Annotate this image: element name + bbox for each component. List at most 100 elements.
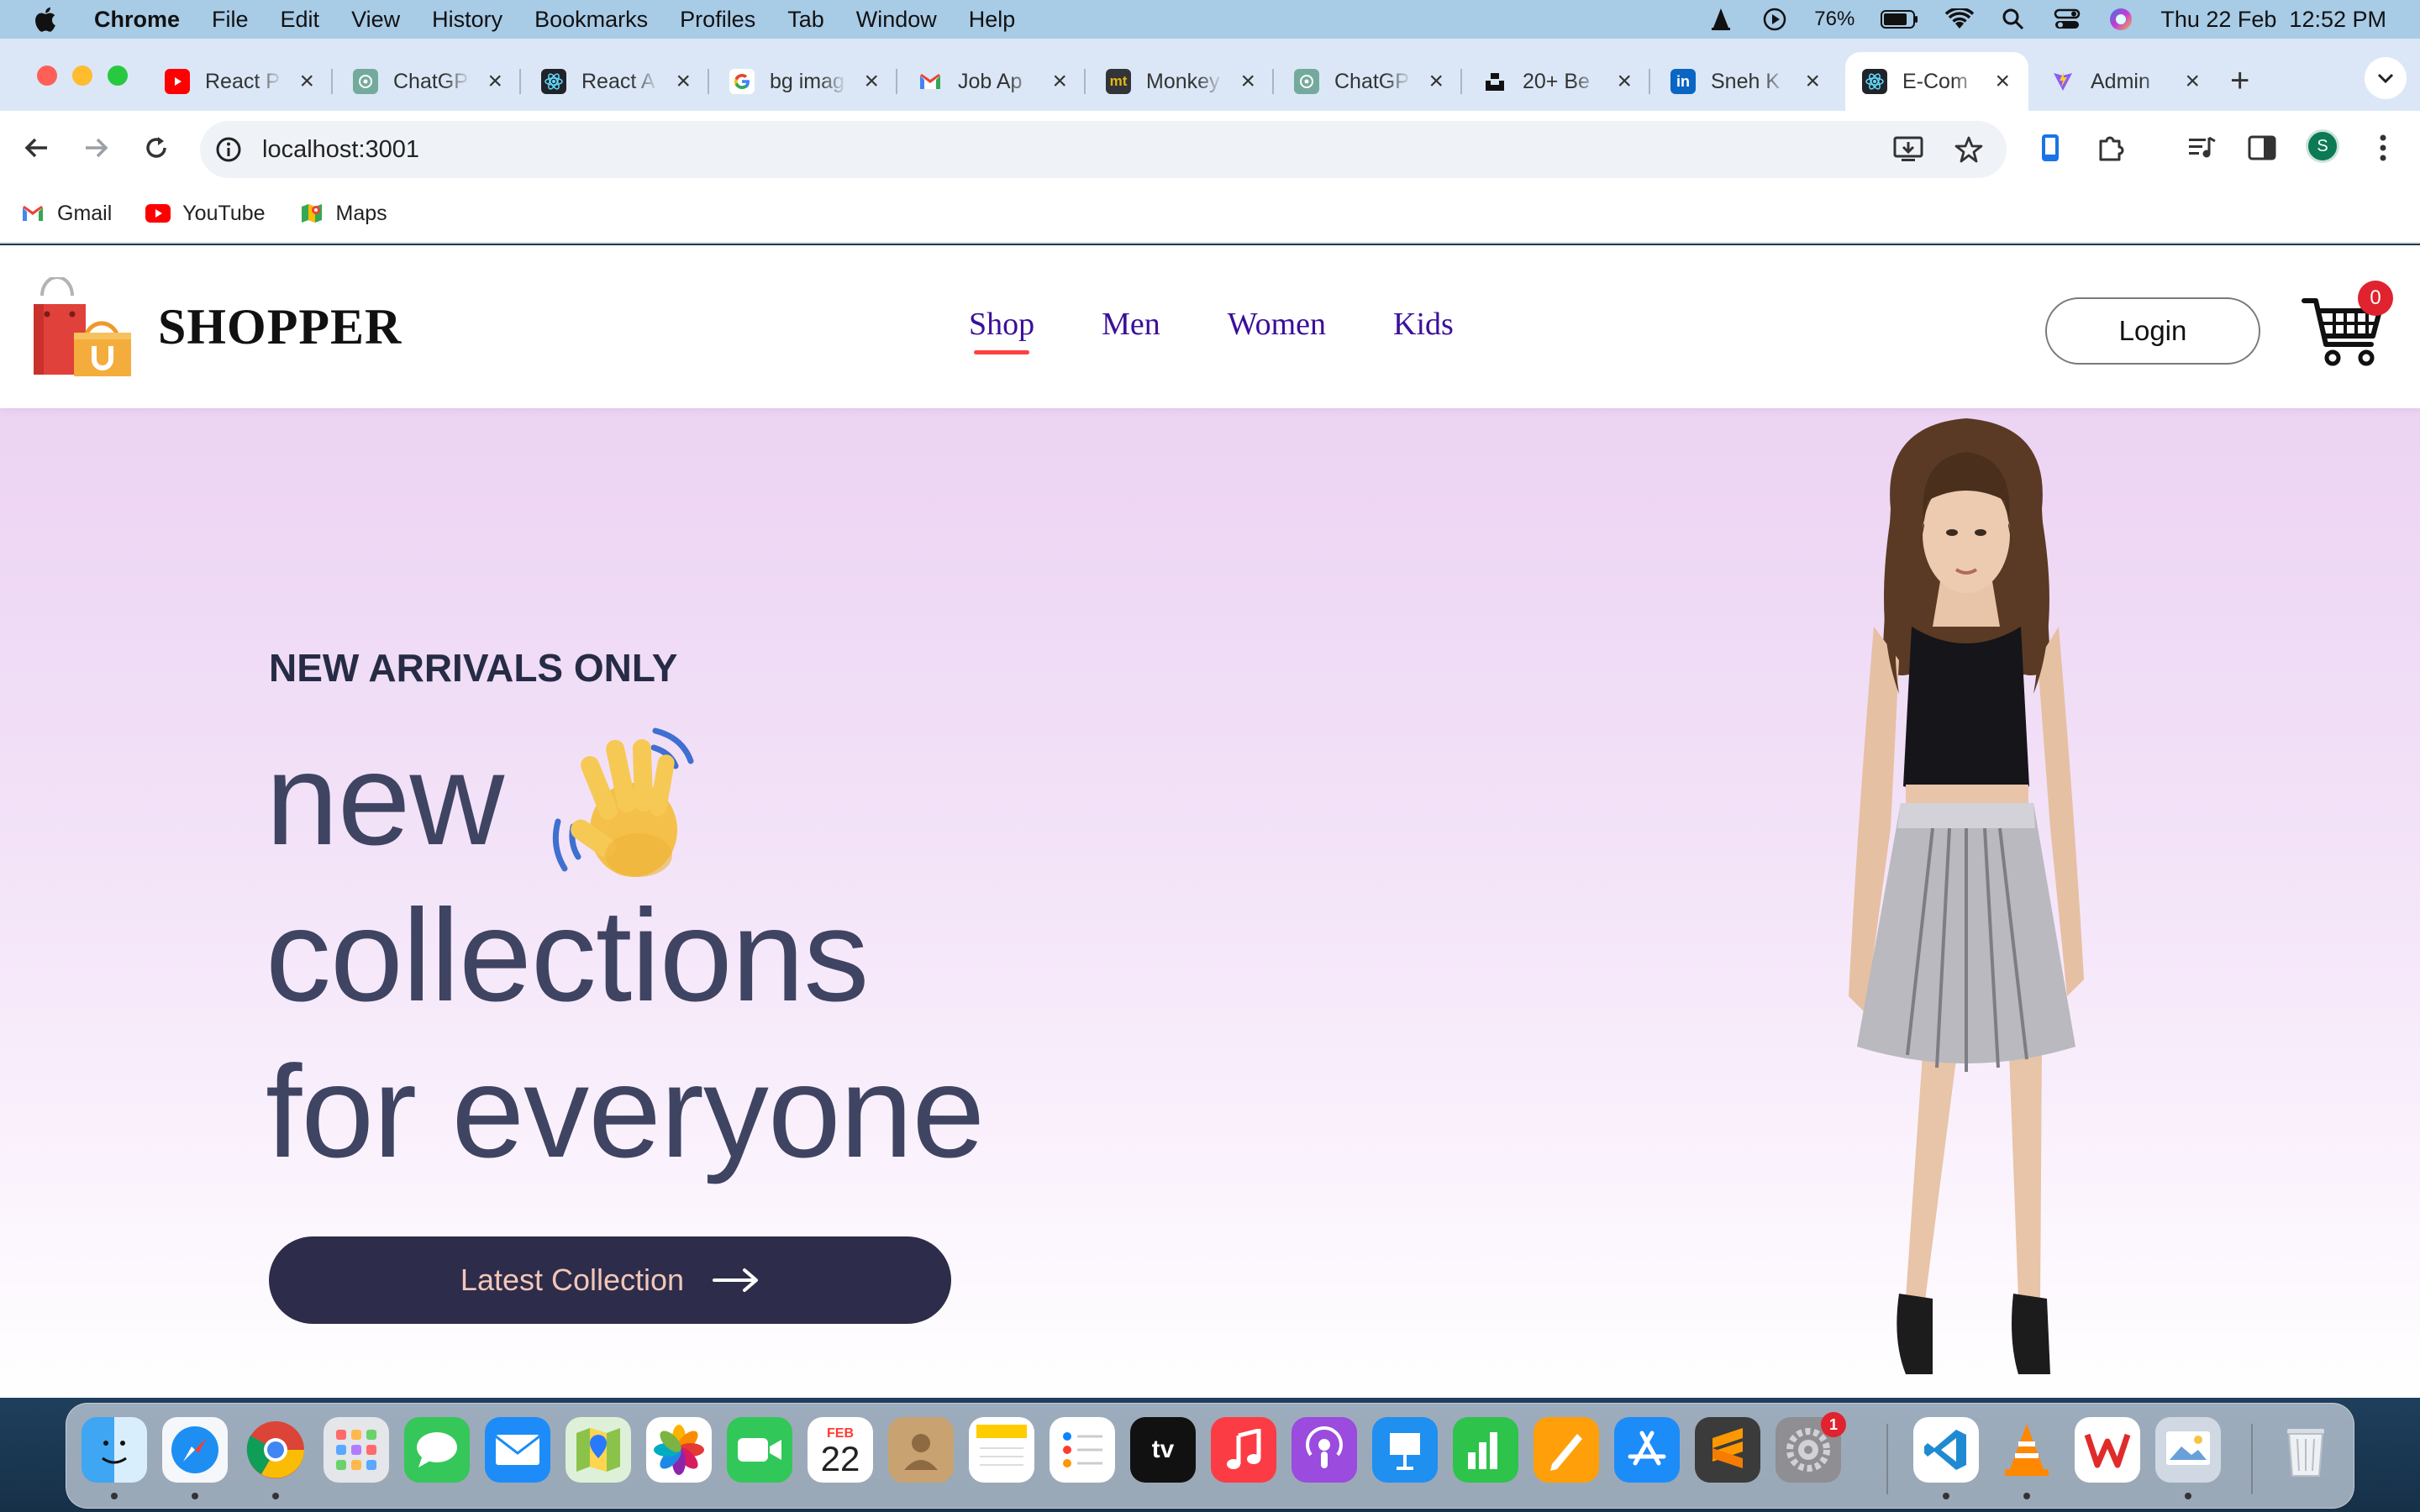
safari-icon[interactable] [162,1417,228,1483]
nav-link-shop[interactable]: Shop [969,306,1034,354]
browser-tab[interactable]: mt Monkey × [1089,52,1274,111]
media-controls-icon[interactable] [2185,131,2218,165]
forward-button[interactable] [77,129,114,166]
menu-view[interactable]: View [351,7,400,33]
browser-tab[interactable]: React A × [524,52,709,111]
close-icon[interactable]: × [1240,67,1255,96]
minimize-window-button[interactable] [72,66,92,86]
play-icon[interactable] [1760,7,1789,32]
pages-icon[interactable] [1534,1417,1599,1483]
chatgpt-icon [1294,69,1319,94]
install-app-icon[interactable] [1892,135,1924,164]
close-window-button[interactable] [37,66,57,86]
maps-icon[interactable] [566,1417,631,1483]
browser-tab[interactable]: in Sneh K × [1654,52,1839,111]
system-settings-icon[interactable]: 1 [1776,1412,1846,1483]
bookmark-star-icon[interactable] [1954,135,1983,164]
url-text[interactable]: localhost:3001 [262,136,419,164]
close-icon[interactable]: × [299,67,314,96]
close-icon[interactable]: × [2185,67,2200,96]
sublime-text-icon[interactable] [1695,1417,1760,1483]
close-icon[interactable]: × [1805,67,1820,96]
browser-tab[interactable]: React P × [148,52,333,111]
menu-edit[interactable]: Edit [281,7,320,33]
close-icon[interactable]: × [676,67,691,96]
apple-icon[interactable] [32,5,60,34]
menu-bookmarks[interactable]: Bookmarks [534,7,648,33]
notes-icon[interactable] [969,1417,1034,1483]
spotlight-search-icon[interactable] [1999,7,2028,32]
unsplash-icon [1482,69,1507,94]
phone-extension-icon[interactable] [2033,131,2067,165]
browser-tab[interactable]: ChatGP × [336,52,521,111]
nav-link-women[interactable]: Women [1228,306,1326,343]
keynote-icon[interactable] [1372,1417,1438,1483]
login-button[interactable]: Login [2045,297,2260,365]
launchpad-icon[interactable] [324,1417,389,1483]
bookmark-youtube[interactable]: YouTube [145,202,266,226]
menu-chrome[interactable]: Chrome [94,7,180,33]
app-store-icon[interactable] [1614,1417,1680,1483]
wps-office-icon[interactable] [2075,1417,2140,1483]
facetime-icon[interactable] [727,1417,792,1483]
macos-menu-bar: Chrome File Edit View History Bookmarks … [0,0,2420,39]
browser-tab[interactable]: Admin × [2033,52,2218,111]
close-icon[interactable]: × [1428,67,1444,96]
web-page-viewport: SHOPPER Shop Men Women Kids Login 0 NEW … [0,245,2420,1398]
siri-icon[interactable] [2107,7,2135,32]
menu-window[interactable]: Window [856,7,937,33]
browser-tab[interactable]: bg imag × [713,52,897,111]
music-icon[interactable] [1211,1417,1276,1483]
browser-tab[interactable]: 20+ Be × [1465,52,1650,111]
vscode-icon[interactable] [1913,1417,1979,1483]
clock-datetime[interactable]: Thu 22 Feb 12:52 PM [2160,7,2386,33]
browser-tab[interactable]: Job Ap × [901,52,1086,111]
messages-icon[interactable] [404,1417,470,1483]
latest-collection-button[interactable]: Latest Collection [269,1236,951,1324]
battery-icon[interactable] [1880,7,1920,32]
photos-icon[interactable] [646,1417,712,1483]
menu-history[interactable]: History [432,7,502,33]
wifi-icon[interactable] [1945,7,1975,32]
side-panel-icon[interactable] [2245,131,2279,165]
vlc-icon[interactable] [1994,1417,2060,1483]
new-tab-button[interactable]: + [2230,62,2249,100]
reload-button[interactable] [138,129,175,166]
menu-tab[interactable]: Tab [787,7,824,33]
numbers-icon[interactable] [1453,1417,1518,1483]
extensions-puzzle-icon[interactable] [2094,131,2128,165]
close-icon[interactable]: × [1617,67,1632,96]
control-center-icon[interactable] [2053,7,2081,32]
site-logo[interactable]: SHOPPER [30,277,402,376]
close-icon[interactable]: × [487,67,502,96]
contacts-icon[interactable] [888,1417,954,1483]
finder-icon[interactable] [82,1417,147,1483]
preview-icon[interactable] [2155,1417,2221,1483]
tab-search-button[interactable] [2365,57,2407,99]
more-menu-icon[interactable] [2366,131,2400,165]
nav-link-kids[interactable]: Kids [1393,306,1454,343]
menu-file[interactable]: File [212,7,249,33]
calendar-icon[interactable]: FEB 22 [808,1417,873,1483]
menu-help[interactable]: Help [969,7,1016,33]
back-button[interactable] [18,129,55,166]
close-icon[interactable]: × [1052,67,1067,96]
menu-profiles[interactable]: Profiles [680,7,755,33]
vlc-status-icon[interactable] [1707,7,1735,32]
browser-tab[interactable]: ChatGP × [1277,52,1462,111]
close-icon[interactable]: × [864,67,879,96]
trash-icon[interactable] [2273,1417,2338,1483]
bookmark-maps[interactable]: Maps [299,202,387,226]
profile-avatar[interactable]: S [2306,129,2339,163]
apple-tv-icon[interactable]: tv [1130,1417,1196,1483]
maximize-window-button[interactable] [108,66,128,86]
bookmark-gmail[interactable]: Gmail [20,202,112,226]
chrome-icon[interactable] [243,1417,308,1483]
browser-tab-active[interactable]: E-Com × [1845,52,2028,111]
mail-icon[interactable] [485,1417,550,1483]
close-icon[interactable]: × [1995,67,2010,96]
address-bar[interactable]: localhost:3001 [200,121,2007,178]
podcasts-icon[interactable] [1292,1417,1357,1483]
nav-link-men[interactable]: Men [1102,306,1160,343]
reminders-icon[interactable] [1050,1417,1115,1483]
